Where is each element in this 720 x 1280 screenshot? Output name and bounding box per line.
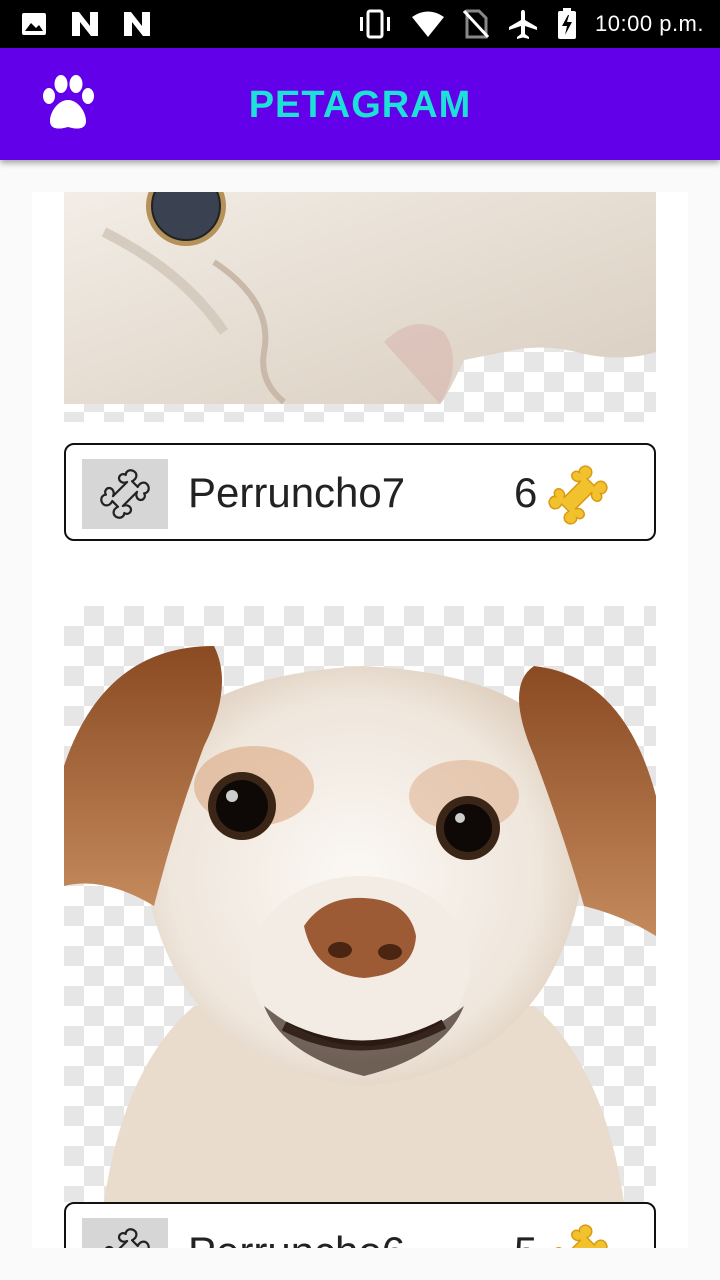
battery-charging-icon xyxy=(558,8,577,39)
pet-info-bar: Perruncho7 6 xyxy=(64,443,656,541)
bone-outline-icon xyxy=(100,469,150,519)
pet-photo xyxy=(64,606,656,1202)
pet-photo xyxy=(64,192,656,422)
n-icon xyxy=(72,12,98,36)
pet-name: Perruncho7 xyxy=(188,469,406,516)
dog-photo-image xyxy=(64,646,656,1202)
pet-info-bar: Perruncho6 5 xyxy=(64,1202,656,1248)
pet-card: Perruncho7 6 xyxy=(32,192,688,574)
no-sim-icon xyxy=(463,9,490,39)
likes-count: 5 xyxy=(514,1228,537,1248)
golden-bone-icon xyxy=(548,1224,608,1248)
pet-name: Perruncho6 xyxy=(188,1228,405,1248)
likes-count: 6 xyxy=(514,469,538,516)
vibrate-icon xyxy=(360,9,391,39)
airplane-icon xyxy=(509,10,538,39)
dog-photo-image xyxy=(64,192,656,405)
pet-feed[interactable]: Perruncho7 6 xyxy=(32,192,688,1248)
app-bar: PETAGRAM xyxy=(0,48,720,160)
like-button[interactable] xyxy=(82,1218,168,1248)
n-icon xyxy=(124,12,150,36)
pet-card: Perruncho6 5 xyxy=(32,574,688,1248)
bone-outline-icon xyxy=(100,1228,150,1248)
clock: 10:00 p.m. xyxy=(595,11,704,36)
like-button[interactable] xyxy=(82,459,168,529)
status-bar: 10:00 p.m. xyxy=(0,0,720,48)
app-title: PETAGRAM xyxy=(248,84,472,126)
image-icon xyxy=(22,13,46,35)
wifi-icon xyxy=(412,11,445,37)
golden-bone-icon xyxy=(548,465,608,525)
